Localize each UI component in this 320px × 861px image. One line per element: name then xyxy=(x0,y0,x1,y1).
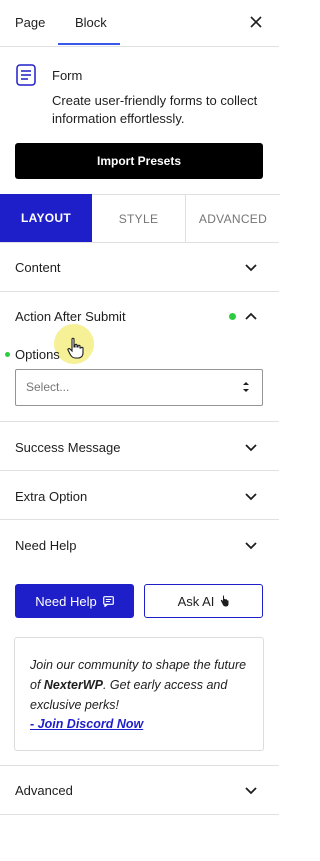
brand-name: NexterWP xyxy=(43,678,103,692)
options-select-value: Select... xyxy=(26,380,70,394)
options-select[interactable]: Select... xyxy=(15,369,263,406)
block-description: Create user-friendly forms to collect in… xyxy=(52,93,258,126)
join-discord-link[interactable]: - Join Discord Now xyxy=(30,717,143,731)
ask-ai-button[interactable]: Ask AI xyxy=(144,584,263,618)
community-text: Join our community to shape the future o… xyxy=(30,658,247,712)
section-title-action-after-submit[interactable]: Action After Submit xyxy=(15,309,126,324)
chat-icon xyxy=(102,595,114,607)
section-title-success-message: Success Message xyxy=(15,440,121,455)
tab-style[interactable]: STYLE xyxy=(92,194,185,243)
select-arrows-icon xyxy=(243,382,249,392)
section-title-extra-option: Extra Option xyxy=(15,489,88,504)
tab-page[interactable]: Page xyxy=(15,15,45,30)
block-name: Form xyxy=(52,68,83,83)
panel-tab-bar: LAYOUT STYLE ADVANCED xyxy=(0,194,280,243)
status-dot xyxy=(229,313,236,320)
section-title-content: Content xyxy=(15,260,61,275)
section-content[interactable]: Content xyxy=(0,243,279,292)
hand-cursor-icon xyxy=(67,337,84,359)
section-extra-option[interactable]: Extra Option xyxy=(0,471,279,520)
need-help-button-label: Need Help xyxy=(35,593,97,609)
pointer-icon xyxy=(221,595,229,607)
chevron-down-icon xyxy=(245,787,257,795)
chevron-up-icon[interactable] xyxy=(244,311,258,321)
chevron-down-icon xyxy=(245,493,257,501)
community-card: Join our community to shape the future o… xyxy=(14,637,264,751)
section-title-advanced: Advanced xyxy=(15,783,73,798)
section-title-need-help[interactable]: Need Help xyxy=(15,538,76,553)
ask-ai-button-label: Ask AI xyxy=(177,593,215,609)
chevron-down-icon xyxy=(245,264,257,272)
active-tab-indicator xyxy=(58,43,120,45)
tab-advanced[interactable]: ADVANCED xyxy=(185,194,280,243)
section-advanced[interactable]: Advanced xyxy=(0,766,279,815)
section-success-message[interactable]: Success Message xyxy=(0,422,279,471)
tab-block[interactable]: Block xyxy=(75,15,107,30)
tab-layout[interactable]: LAYOUT xyxy=(0,194,92,242)
close-icon[interactable] xyxy=(246,12,266,32)
need-help-button[interactable]: Need Help xyxy=(15,584,134,618)
form-block-icon xyxy=(16,64,36,86)
chevron-down-icon[interactable] xyxy=(244,541,258,551)
options-status-dot xyxy=(5,352,10,357)
options-label: Options xyxy=(15,347,60,362)
top-tab-bar: Page Block xyxy=(0,0,279,47)
chevron-down-icon xyxy=(245,444,257,452)
import-presets-button[interactable]: Import Presets xyxy=(15,143,263,179)
